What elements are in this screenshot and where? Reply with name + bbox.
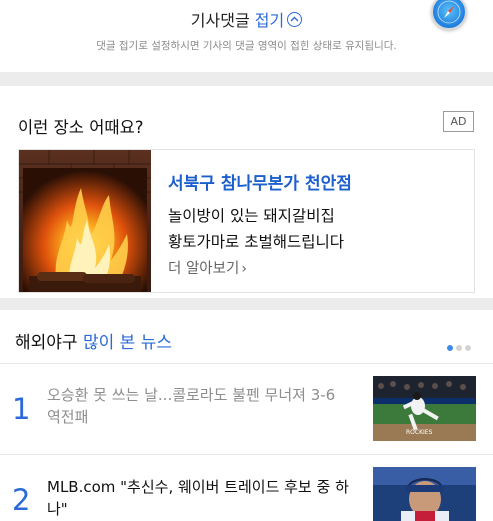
ad-section: 이런 장소 어때요? AD 서북구 참나무본가 천안점 놀이방이 있는 돼지갈비… xyxy=(0,86,493,298)
news-section-title: 해외야구 많이 본 뉴스 xyxy=(15,328,172,353)
news-section-label: 많이 본 뉴스 xyxy=(82,333,172,353)
ad-card[interactable]: 서북구 참나무본가 천안점 놀이방이 있는 돼지갈비집 황토가마로 초벌해드립니… xyxy=(18,149,475,293)
comment-fold-label: 기사댓글 xyxy=(190,11,250,30)
comment-fold-toggle[interactable]: 접기 xyxy=(255,11,303,30)
ad-more-link[interactable]: 더 알아보기 › xyxy=(168,257,247,278)
svg-text:ROCKIES: ROCKIES xyxy=(406,429,433,436)
news-rank: 1 xyxy=(12,392,31,426)
baseball-player-photo[interactable] xyxy=(373,467,476,521)
comment-fold-description: 댓글 접기로 설정하시면 기사의 댓글 영역이 접힌 상태로 유지됩니다. xyxy=(96,40,397,52)
news-title[interactable]: 오승환 못 쓰는 날...콜로라도 불펜 무너져 3-6 역전패 xyxy=(47,384,352,428)
chevron-right-icon: › xyxy=(241,261,247,277)
comment-fold-panel: 기사댓글 접기 댓글 접기로 설정하시면 기사의 댓글 영역이 접힌 상태로 유… xyxy=(0,0,493,72)
news-category: 해외야구 xyxy=(15,333,78,353)
news-section: 해외야구 많이 본 뉴스 1 오승환 못 쓰는 날...콜로라도 불펜 무너져 … xyxy=(0,310,493,521)
news-item[interactable]: 2 MLB.com "추신수, 웨이버 트레이드 후보 중 하나" xyxy=(0,455,493,521)
page-indicator[interactable] xyxy=(447,336,474,355)
ad-description-line: 놀이방이 있는 돼지갈비집 xyxy=(168,207,335,225)
fireplace-image[interactable] xyxy=(19,150,151,292)
chevron-up-icon[interactable] xyxy=(287,12,303,27)
news-title[interactable]: MLB.com "추신수, 웨이버 트레이드 후보 중 하나" xyxy=(47,476,352,520)
ad-more-label[interactable]: 더 알아보기 xyxy=(168,261,239,277)
comment-fold-title: 기사댓글 접기 xyxy=(0,7,493,31)
ad-badge[interactable]: AD xyxy=(443,111,474,132)
ad-description-line: 황토가마로 초벌해드립니다 xyxy=(168,233,345,251)
page-dot[interactable] xyxy=(456,345,462,351)
comment-fold-action[interactable]: 접기 xyxy=(255,11,284,30)
page-dot[interactable] xyxy=(465,345,471,351)
ad-place-name[interactable]: 서북구 참나무본가 천안점 xyxy=(168,169,352,194)
news-rank: 2 xyxy=(12,483,31,517)
ad-heading: 이런 장소 어때요? xyxy=(18,118,144,137)
page-dot[interactable] xyxy=(447,345,453,351)
news-item[interactable]: 1 오승환 못 쓰는 날...콜로라도 불펜 무너져 3-6 역전패 ROCKI… xyxy=(0,364,493,454)
baseball-pitcher-photo[interactable]: ROCKIES xyxy=(373,376,476,441)
